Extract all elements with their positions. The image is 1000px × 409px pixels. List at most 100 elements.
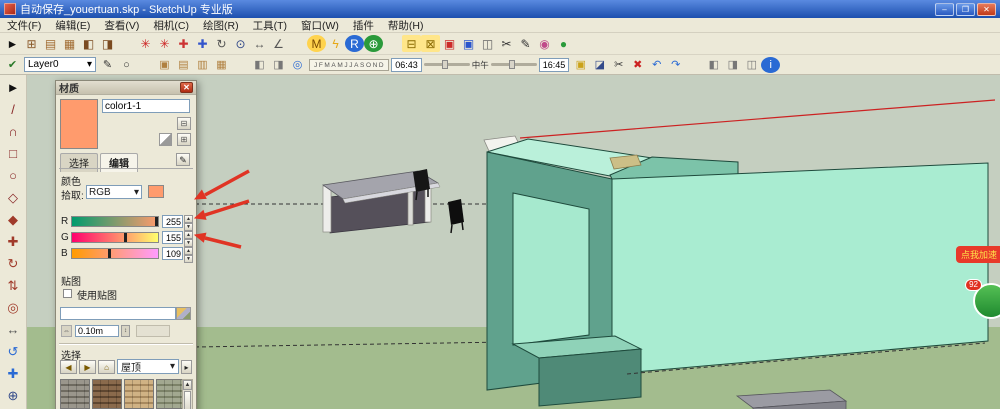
tape-measure-icon[interactable]: ↔ [250,35,269,52]
component-box-3-icon[interactable]: ▥ [193,57,212,73]
style-circle-icon[interactable]: ○ [117,57,136,73]
menu-camera[interactable]: 相机(C) [146,18,196,32]
scroll-up-icon[interactable]: ▲ [183,380,192,390]
iso-cube-3-icon[interactable]: ◫ [742,57,761,73]
move-cross-blue-icon[interactable]: ✚ [193,35,212,52]
make-component-icon[interactable]: ⊞ [22,35,41,52]
wood-box-2-icon[interactable]: ◨ [98,35,117,52]
divider[interactable] [288,35,307,52]
slider-thumb[interactable] [124,233,127,242]
divider[interactable] [117,35,136,52]
menu-draw[interactable]: 绘图(R) [196,18,246,32]
lt-move-icon[interactable]: ✚ [2,231,24,252]
details-arrow-icon[interactable]: ▸ [181,360,192,374]
divider[interactable] [685,57,704,73]
model-viewport[interactable]: 点我加速 92 材质 ✕ ⊟ ⊞ 选择 编辑 [27,75,1000,409]
slider-thumb[interactable] [442,60,448,69]
texture-file-input[interactable] [60,307,176,320]
globe-icon[interactable]: ◎ [288,57,307,73]
channel-slider[interactable] [71,248,159,259]
wood-box-icon[interactable]: ◧ [79,35,98,52]
texture-grid-scrollbar[interactable]: ▲ ▼ [182,379,193,409]
secondary-pane-icon[interactable]: ⊟ [177,117,191,130]
cube-view-icon[interactable]: ◧ [250,57,269,73]
channel-spinner[interactable]: ▲▼ [184,231,193,244]
component-box-icon[interactable]: ▣ [155,57,174,73]
lightning-icon[interactable]: ϟ [326,35,345,52]
move-cross-red-icon[interactable]: ✚ [174,35,193,52]
texture-gray-shingles[interactable] [60,379,90,409]
scroll-thumb[interactable] [184,391,191,409]
blue-tool-icon[interactable]: ▣ [459,35,478,52]
create-material-icon[interactable]: ⊞ [177,133,191,146]
chair-black-1[interactable] [413,169,430,192]
shadow-time-start[interactable]: 06:43 [391,58,422,72]
color-wheel-icon[interactable]: ◉ [535,35,554,52]
lt-push-pull-icon[interactable]: ⇅ [2,275,24,296]
rotate-tool-icon[interactable]: ↻ [212,35,231,52]
r-coin-icon[interactable]: R [345,35,364,52]
notification-count-badge[interactable]: 92 [965,279,982,291]
lt-polygon-icon[interactable]: ◇ [2,187,24,208]
yellow-box-icon[interactable]: ⊟ [402,35,421,52]
red-pinwheel-2-icon[interactable]: ✳ [155,35,174,52]
channel-value-input[interactable] [162,231,183,244]
info-icon[interactable]: i [761,57,780,73]
shadow-date-strip[interactable]: JFMAMJJASOND [309,59,389,71]
menu-tools[interactable]: 工具(T) [246,18,294,32]
lt-orbit-icon[interactable]: ↺ [2,341,24,362]
lt-offset-icon[interactable]: ◎ [2,297,24,318]
m-coin-icon[interactable]: M [307,35,326,52]
materials-dialog-titlebar[interactable]: 材质 ✕ [56,81,196,95]
lt-pan-icon[interactable]: ✚ [2,363,24,384]
channel-slider[interactable] [71,232,159,243]
channel-spinner[interactable]: ▲▼ [184,215,193,228]
menu-help[interactable]: 帮助(H) [381,18,431,32]
brick-box-icon[interactable]: ▤ [41,35,60,52]
layer-visibility-icon[interactable]: ✔ [3,57,22,73]
home-icon[interactable]: ⌂ [98,360,115,374]
shadow-time-end[interactable]: 16:45 [539,58,570,72]
building-wide-front-face[interactable] [612,163,988,374]
cube-tool-icon[interactable]: ◫ [478,35,497,52]
tab-edit[interactable]: 编辑 [100,153,138,172]
divider[interactable] [231,57,250,73]
channel-spinner[interactable]: ▲▼ [184,247,193,260]
tab-select[interactable]: 选择 [60,153,98,172]
texture-size-input[interactable] [75,325,119,337]
select-tool-icon[interactable]: ► [3,35,22,52]
redo-icon[interactable]: ↷ [666,57,685,73]
palette-icon[interactable]: ● [554,35,573,52]
lt-rectangle-icon[interactable]: □ [2,143,24,164]
red-tool-icon[interactable]: ▣ [440,35,459,52]
use-texture-checkbox[interactable] [63,289,72,298]
texture-cedar-shakes[interactable] [124,379,154,409]
lt-line-icon[interactable]: / [2,99,24,120]
lt-rotate-icon[interactable]: ↻ [2,253,24,274]
magnifier-icon[interactable]: ⊙ [231,35,250,52]
menu-view[interactable]: 查看(V) [97,18,146,32]
accelerator-badge[interactable]: 点我加速 [956,246,1000,263]
lt-paint-bucket-icon[interactable]: ◆ [2,209,24,230]
default-material-icon[interactable] [159,133,172,146]
yellow-box-2-icon[interactable]: ⊠ [421,35,440,52]
pencil-icon[interactable]: ✎ [516,35,535,52]
note-box-icon[interactable]: ▣ [571,57,590,73]
style-pencil-icon[interactable]: ✎ [98,57,117,73]
color-picker-dropdown[interactable]: RGB ▾ [86,185,142,199]
save-disk-icon[interactable]: ◪ [590,57,609,73]
lt-arc-icon[interactable]: ∩ [2,121,24,142]
layer-dropdown[interactable]: Layer0 ▾ [24,57,96,72]
lt-circle-icon[interactable]: ○ [2,165,24,186]
eyedropper-icon[interactable]: ✎ [176,153,190,166]
menu-window[interactable]: 窗口(W) [294,18,346,32]
material-name-input[interactable] [102,99,190,113]
dialog-close-icon[interactable]: ✕ [180,82,193,93]
low-box-front-face[interactable] [539,349,641,406]
close-button[interactable]: ✕ [977,3,996,16]
delete-x-icon[interactable]: ✖ [628,57,647,73]
component-box-4-icon[interactable]: ▦ [212,57,231,73]
table-mid-leg[interactable] [408,187,413,225]
protractor-icon[interactable]: ∠ [269,35,288,52]
iso-cube-icon[interactable]: ◧ [704,57,723,73]
